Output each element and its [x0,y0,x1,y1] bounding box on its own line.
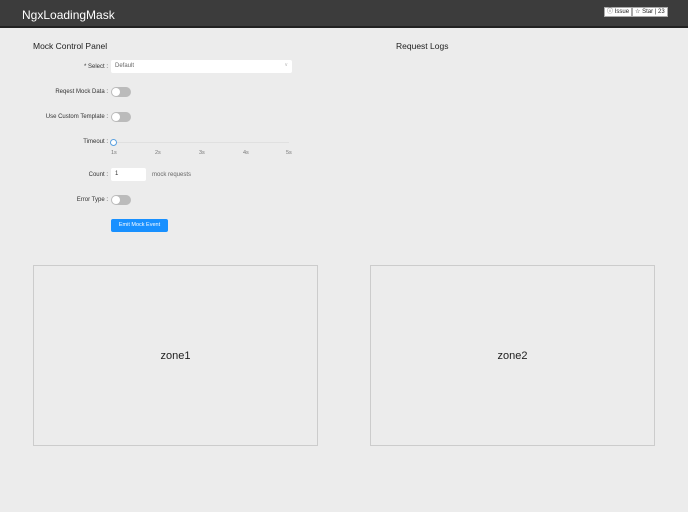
timeout-slider-track[interactable] [113,142,289,143]
chevron-down-icon: ∨ [284,62,288,68]
mock-data-toggle[interactable] [111,87,131,97]
github-issue-button[interactable]: ⓘ Issue [604,7,633,17]
zone1: zone1 [33,265,318,446]
custom-template-toggle[interactable] [111,112,131,122]
select-label: * Select : [83,64,108,70]
count-label: Count : [88,172,108,178]
app-title: NgxLoadingMask [22,8,115,22]
custom-template-label: Use Custom Template : [45,114,108,120]
issue-label: Issue [614,9,630,15]
github-star-button[interactable]: ☆ Star | 23 [632,7,668,17]
star-label: Star [642,9,654,15]
mock-panel-title: Mock Control Panel [33,41,108,51]
zone2: zone2 [370,265,655,446]
timeout-tick: 5s [286,150,292,156]
timeout-slider-handle[interactable] [110,139,117,146]
star-count: 23 [657,9,665,15]
timeout-tick: 3s [199,150,205,156]
emit-mock-event-button[interactable]: Emit Mock Event [111,219,168,232]
timeout-tick: 4s [243,150,249,156]
app-header: NgxLoadingMask ⓘ Issue ☆ Star | 23 [0,0,688,28]
timeout-tick: 2s [155,150,161,156]
error-type-toggle[interactable] [111,195,131,205]
error-type-label: Error Type : [76,197,108,203]
count-input[interactable]: 1 [111,168,146,181]
issue-icon: ⓘ [607,9,614,15]
mock-data-label: Reqest Mock Data : [55,89,108,95]
count-suffix: mock requests [152,172,192,178]
timeout-label: Timeout : [83,139,108,145]
timeout-tick: 1s [111,150,117,156]
mock-select[interactable]: Default ∨ [111,60,292,73]
request-logs-title: Request Logs [396,41,449,51]
select-value: Default [115,63,135,69]
star-icon: ☆ [635,9,641,15]
